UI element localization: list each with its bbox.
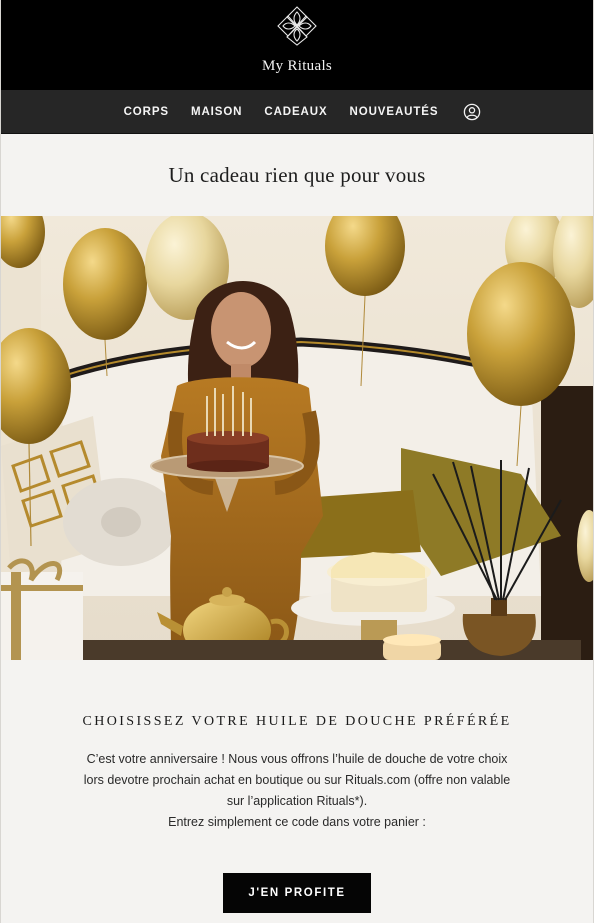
offer-title: CHOISISSEZ VOTRE HUILE DE DOUCHE PRÉFÉRÉ… bbox=[82, 714, 512, 729]
offer-line-1: C’est votre anniversaire ! Nous vous off… bbox=[86, 752, 508, 766]
nav-item-maison[interactable]: MAISON bbox=[180, 106, 253, 118]
claim-offer-button[interactable]: J'EN PROFITE bbox=[223, 873, 371, 913]
nav-item-corps[interactable]: CORPS bbox=[113, 106, 180, 118]
main-nav: CORPS MAISON CADEAUX NOUVEAUTÉS bbox=[1, 90, 593, 134]
offer-description: C’est votre anniversaire ! Nous vous off… bbox=[1, 749, 593, 833]
user-account-icon[interactable] bbox=[463, 103, 481, 121]
email-page: My Rituals CORPS MAISON CADEAUX NOUVEAUT… bbox=[0, 0, 594, 923]
page-headline: Un cadeau rien que pour vous bbox=[168, 162, 426, 187]
offer-line-3: sur l’application Rituals*). bbox=[226, 794, 368, 808]
cta-container: J'EN PROFITE bbox=[1, 873, 593, 913]
hero-image[interactable] bbox=[1, 216, 593, 660]
brand-name: My Rituals bbox=[261, 58, 333, 74]
lotus-emblem-icon[interactable] bbox=[275, 4, 319, 48]
offer-line-2: lors devotre prochain achat en boutique … bbox=[83, 773, 511, 787]
birthday-celebration-photo bbox=[1, 216, 593, 660]
brand-header: My Rituals bbox=[1, 0, 593, 90]
offer-line-4: Entrez simplement ce code dans votre pan… bbox=[168, 815, 426, 829]
nav-item-nouveautes[interactable]: NOUVEAUTÉS bbox=[339, 106, 450, 118]
nav-item-cadeaux[interactable]: CADEAUX bbox=[253, 106, 338, 118]
